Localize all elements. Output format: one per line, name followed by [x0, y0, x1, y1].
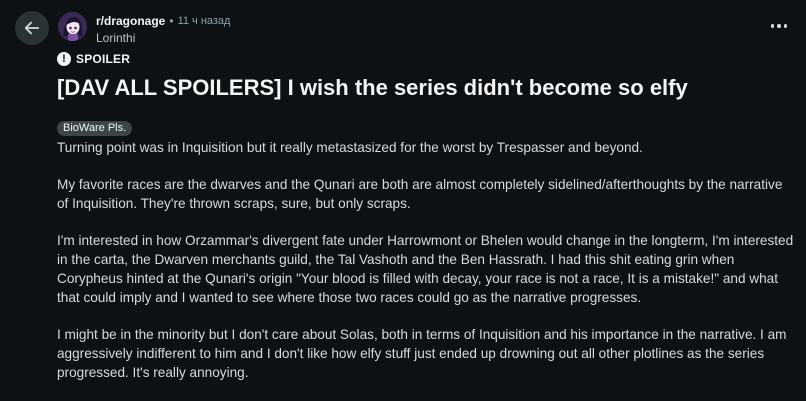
- post-paragraph: I'm interested in how Orzammar's diverge…: [57, 233, 794, 305]
- author-link[interactable]: Lorinthi: [96, 30, 230, 46]
- post-flair[interactable]: BioWare Pls.: [57, 121, 133, 136]
- post-meta: r/dragonage • 11 ч назад Lorinthi: [96, 13, 230, 46]
- post-paragraph: Turning point was in Inquisition but it …: [57, 140, 643, 155]
- exclamation-icon: !: [57, 52, 71, 66]
- spoiler-tag: ! SPOILER: [57, 52, 130, 66]
- more-options-button[interactable]: [768, 18, 790, 34]
- back-button[interactable]: [15, 11, 49, 45]
- post-paragraph: I might be in the minority but I don't c…: [57, 327, 787, 380]
- meta-separator: •: [169, 14, 174, 28]
- post-title: [DAV ALL SPOILERS] I wish the series did…: [57, 75, 688, 100]
- arrow-left-icon: [24, 21, 40, 35]
- post-body: Turning point was in Inquisition but it …: [57, 138, 797, 400]
- more-horizontal-icon: [770, 24, 788, 28]
- post-paragraph: My favorite races are the dwarves and th…: [57, 177, 783, 211]
- post-timestamp: 11 ч назад: [177, 15, 231, 27]
- subreddit-link[interactable]: r/dragonage: [96, 13, 165, 29]
- post-page: r/dragonage • 11 ч назад Lorinthi ! SPOI…: [0, 0, 806, 401]
- subreddit-avatar[interactable]: [58, 12, 87, 41]
- spoiler-label: SPOILER: [76, 52, 131, 66]
- avatar-image: [58, 12, 87, 41]
